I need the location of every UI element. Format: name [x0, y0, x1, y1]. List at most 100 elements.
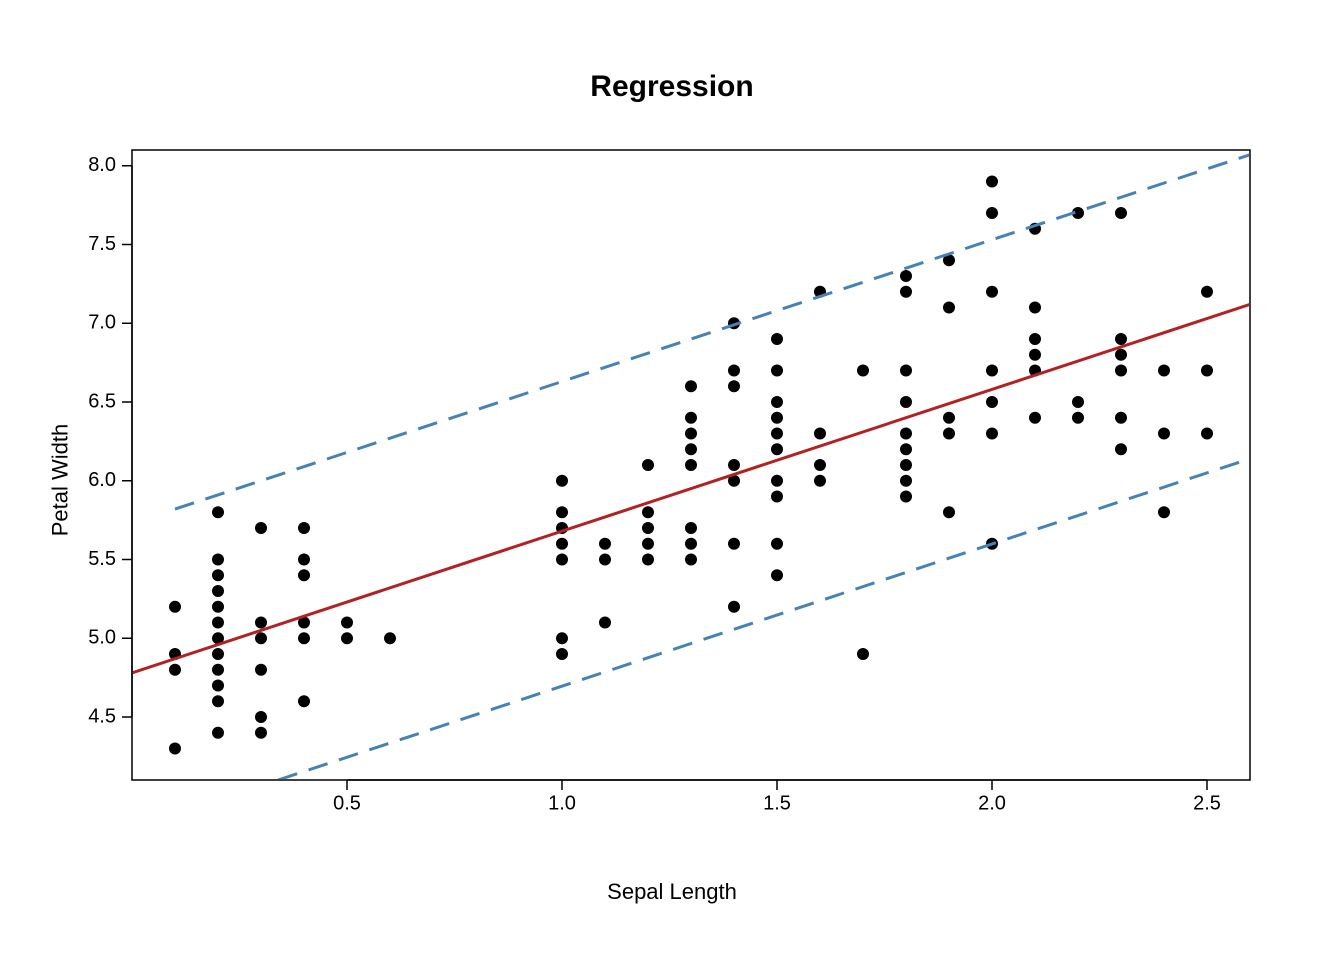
data-point [169, 601, 181, 613]
data-point [255, 727, 267, 739]
data-point [599, 554, 611, 566]
data-point [212, 680, 224, 692]
data-point [771, 538, 783, 550]
data-point [556, 632, 568, 644]
data-point [212, 664, 224, 676]
data-point [642, 522, 654, 534]
y-tick-label: 4.5 [88, 705, 116, 727]
data-point [1029, 302, 1041, 314]
data-point [685, 428, 697, 440]
data-point [900, 491, 912, 503]
y-tick-label: 7.0 [88, 312, 116, 334]
data-point [298, 554, 310, 566]
data-point [212, 695, 224, 707]
data-point [212, 648, 224, 660]
data-point [212, 569, 224, 581]
data-point [642, 554, 654, 566]
data-point [298, 569, 310, 581]
data-point [943, 506, 955, 518]
data-point [771, 491, 783, 503]
data-point [986, 176, 998, 188]
data-point [986, 396, 998, 408]
data-point [685, 380, 697, 392]
data-point [685, 522, 697, 534]
data-point [900, 396, 912, 408]
data-point [169, 664, 181, 676]
data-point [943, 412, 955, 424]
lower-band [278, 459, 1250, 780]
data-point [685, 554, 697, 566]
data-point [771, 475, 783, 487]
data-point [599, 538, 611, 550]
data-point [814, 459, 826, 471]
x-tick-label: 1.5 [763, 793, 791, 815]
data-point [900, 365, 912, 377]
data-point [900, 270, 912, 282]
data-point [1158, 506, 1170, 518]
data-point [771, 412, 783, 424]
x-tick-label: 0.5 [333, 793, 361, 815]
data-point [384, 632, 396, 644]
data-point [986, 428, 998, 440]
data-point [298, 632, 310, 644]
data-point [1201, 365, 1213, 377]
data-point [728, 459, 740, 471]
y-tick-label: 5.0 [88, 627, 116, 649]
x-tick-label: 2.0 [978, 793, 1006, 815]
y-tick-label: 7.5 [88, 233, 116, 255]
data-point [771, 396, 783, 408]
y-tick-label: 5.5 [88, 548, 116, 570]
data-point [1201, 286, 1213, 298]
data-point [556, 506, 568, 518]
data-point [900, 475, 912, 487]
chart-svg: 0.51.01.52.02.54.55.05.56.06.57.07.58.0 [0, 0, 1344, 960]
data-point [900, 443, 912, 455]
data-point [169, 743, 181, 755]
data-point [298, 522, 310, 534]
chart-container: Regression Petal Width Sepal Length 0.51… [0, 0, 1344, 960]
y-tick-label: 8.0 [88, 154, 116, 176]
data-point [212, 601, 224, 613]
y-tick-label: 6.5 [88, 390, 116, 412]
data-point [556, 475, 568, 487]
data-point [1115, 333, 1127, 345]
data-point [556, 538, 568, 550]
data-point [857, 648, 869, 660]
data-point [298, 695, 310, 707]
data-point [255, 711, 267, 723]
data-point [1072, 396, 1084, 408]
data-point [1029, 412, 1041, 424]
data-point [771, 443, 783, 455]
data-point [255, 617, 267, 629]
data-point [341, 617, 353, 629]
data-point [986, 365, 998, 377]
data-point [599, 617, 611, 629]
data-point [814, 428, 826, 440]
data-point [255, 522, 267, 534]
data-point [685, 459, 697, 471]
data-point [900, 459, 912, 471]
x-tick-label: 1.0 [548, 793, 576, 815]
data-point [771, 428, 783, 440]
data-point [943, 302, 955, 314]
data-point [685, 443, 697, 455]
y-tick-label: 6.0 [88, 469, 116, 491]
data-point [1115, 365, 1127, 377]
data-point [212, 617, 224, 629]
data-point [556, 648, 568, 660]
data-point [1029, 349, 1041, 361]
data-point [1201, 428, 1213, 440]
data-point [556, 554, 568, 566]
data-point [728, 601, 740, 613]
data-point [1115, 443, 1127, 455]
data-point [857, 365, 869, 377]
data-point [986, 207, 998, 219]
data-point [728, 538, 740, 550]
data-point [1158, 365, 1170, 377]
data-point [642, 506, 654, 518]
data-point [1115, 207, 1127, 219]
regression-fit [132, 304, 1250, 673]
data-point [255, 632, 267, 644]
data-point [900, 428, 912, 440]
data-point [1072, 412, 1084, 424]
